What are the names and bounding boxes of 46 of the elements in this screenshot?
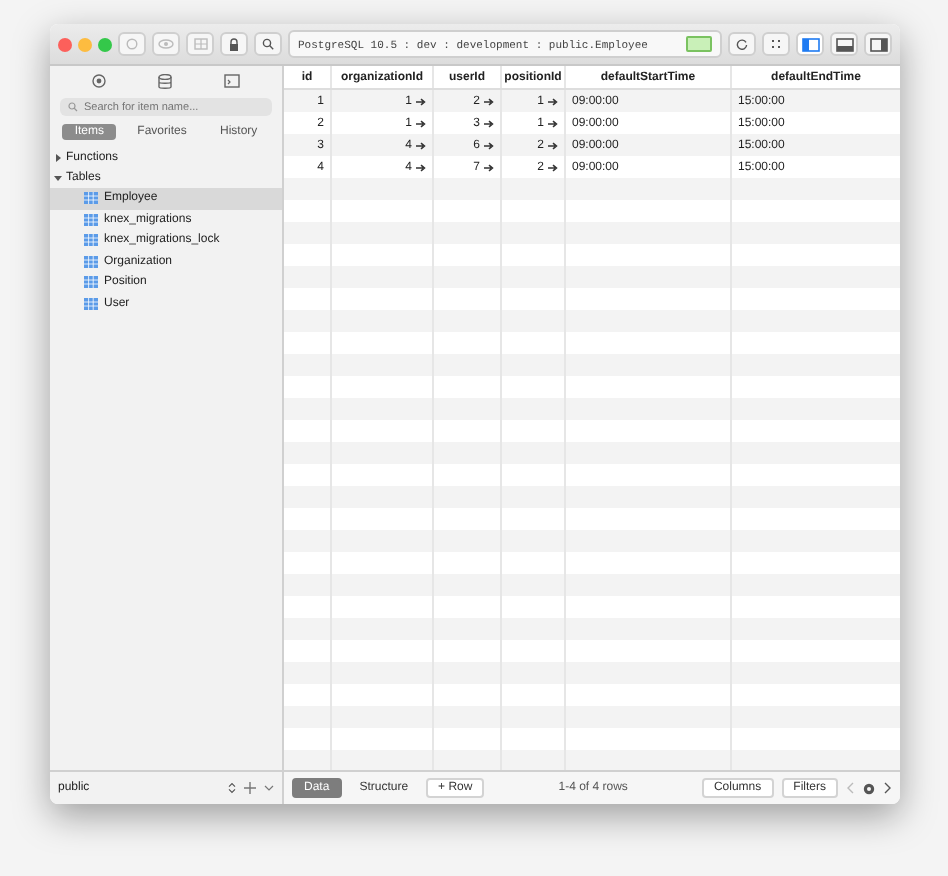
arrow-icon[interactable] bbox=[484, 163, 494, 171]
database-icon[interactable] bbox=[158, 74, 172, 90]
table-icon bbox=[84, 213, 98, 226]
arrow-icon[interactable] bbox=[416, 163, 426, 171]
arrow-icon[interactable] bbox=[416, 97, 426, 105]
grid-icon bbox=[193, 38, 207, 50]
grid-button[interactable] bbox=[762, 32, 790, 56]
lock-button[interactable] bbox=[220, 32, 248, 56]
dots-icon bbox=[770, 38, 782, 50]
arrow-icon[interactable] bbox=[416, 119, 426, 127]
lock-icon bbox=[228, 37, 240, 51]
table-icon bbox=[84, 192, 98, 205]
ssl-badge-icon bbox=[686, 36, 712, 52]
arrow-icon[interactable] bbox=[548, 97, 558, 105]
arrow-icon[interactable] bbox=[416, 141, 426, 149]
layout-icon bbox=[801, 37, 819, 51]
search-icon bbox=[262, 38, 274, 50]
console-icon[interactable] bbox=[224, 74, 240, 88]
layout-icon bbox=[835, 37, 853, 51]
settings-icon[interactable] bbox=[862, 781, 876, 795]
table-icon bbox=[84, 234, 98, 247]
eye-icon bbox=[158, 38, 174, 50]
arrow-icon[interactable] bbox=[548, 119, 558, 127]
next-icon[interactable] bbox=[884, 782, 892, 794]
arrow-icon[interactable] bbox=[548, 163, 558, 171]
reload-button[interactable] bbox=[728, 32, 756, 56]
reload-icon bbox=[736, 38, 748, 50]
layout-toggle[interactable] bbox=[830, 32, 858, 56]
arrow-icon[interactable] bbox=[484, 97, 494, 105]
table-icon bbox=[84, 297, 98, 310]
arrow-icon[interactable] bbox=[484, 119, 494, 127]
add-icon[interactable] bbox=[244, 782, 256, 794]
layout-toggle[interactable] bbox=[796, 32, 824, 56]
layout-icon bbox=[869, 37, 887, 51]
disclosure-icon[interactable] bbox=[54, 174, 62, 182]
compass-icon[interactable] bbox=[92, 74, 106, 88]
table-icon bbox=[84, 255, 98, 268]
arrow-icon[interactable] bbox=[548, 141, 558, 149]
stepper-icon bbox=[228, 782, 236, 794]
circle-icon bbox=[126, 38, 138, 50]
disclosure-icon[interactable] bbox=[54, 154, 62, 162]
caret-icon[interactable] bbox=[264, 784, 274, 792]
table-icon bbox=[84, 276, 98, 289]
layout-toggle[interactable] bbox=[864, 32, 892, 56]
search-button[interactable] bbox=[254, 32, 282, 56]
arrow-icon[interactable] bbox=[484, 141, 494, 149]
